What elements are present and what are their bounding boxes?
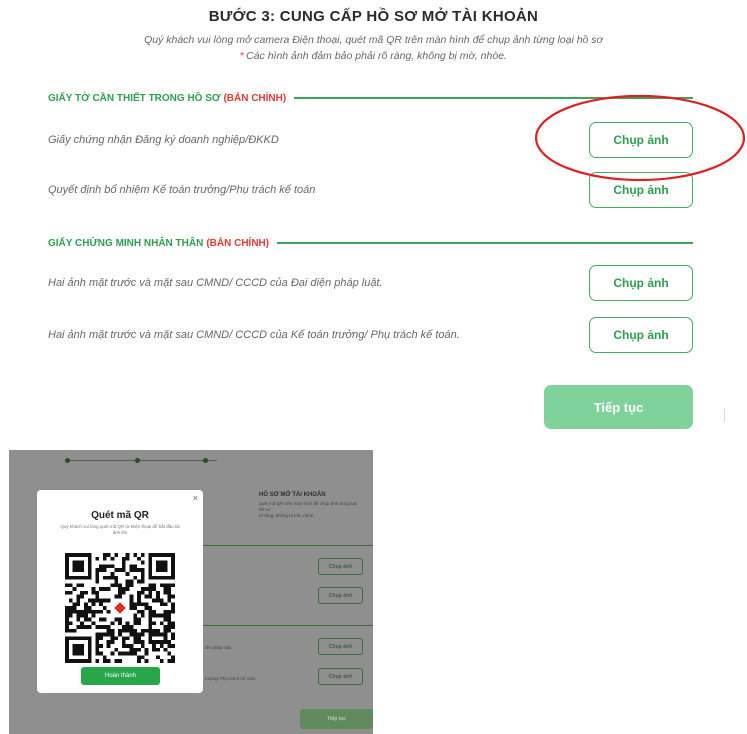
doc-label: Giấy chứng nhận Đăng ký doanh nghiệp/ĐKK…	[48, 134, 279, 146]
doc-row-chief-accountant-appointment: Quyết định bổ nhiệm Kế toán trưởng/Phụ t…	[48, 172, 693, 208]
doc-label: Hai ảnh mặt trước và mặt sau CMND/ CCCD …	[48, 329, 460, 341]
section-tag: (BẢN CHÍNH)	[223, 92, 287, 104]
note-text: * Các hình ảnh đảm bảo phải rõ ràng, khôn…	[0, 50, 747, 62]
section-divider	[199, 545, 373, 546]
modal-description: Quý khách vui lòng quét mã QR từ Điện th…	[60, 524, 180, 535]
capture-button-legal-rep-id[interactable]: Chụp ảnh	[589, 265, 693, 301]
background-subtitle-line: rõ ràng, không bị mờ, nhòe.	[259, 513, 315, 518]
required-mark: *	[240, 50, 245, 62]
qr-modal-screenshot: HỒ SƠ MỞ TÀI KHOẢN quét mã QR trên màn h…	[9, 450, 373, 734]
background-title: HỒ SƠ MỞ TÀI KHOẢN	[259, 492, 326, 498]
capture-button-chief-accountant-id[interactable]: Chụp ảnh	[589, 317, 693, 353]
note-text-content: Các hình ảnh đảm bảo phải rõ ràng, không…	[246, 50, 507, 62]
qr-code-icon	[65, 553, 175, 663]
background-subtitle-line: quét mã QR trên màn hình để chụp ảnh từn…	[259, 501, 358, 512]
modal-title: Quét mã QR	[91, 510, 149, 521]
close-icon[interactable]: ×	[193, 493, 198, 503]
capture-button-chief-accountant-appointment[interactable]: Chụp ảnh	[589, 172, 693, 208]
instruction-text: Quý khách vui lòng mở camera Điện thoại,…	[144, 34, 603, 46]
progress-step	[135, 458, 140, 463]
continue-button[interactable]: Tiếp tục	[300, 709, 373, 729]
divider-tick	[724, 408, 725, 422]
capture-button[interactable]: Chụp ảnh	[318, 558, 363, 575]
continue-button[interactable]: Tiếp tục	[544, 385, 693, 429]
done-button[interactable]: Hoàn thành	[81, 667, 160, 685]
progress-line	[67, 460, 217, 461]
capture-button[interactable]: Chụp ảnh	[318, 668, 363, 685]
background-subtitle: quét mã QR trên màn hình để chụp ảnh từn…	[259, 501, 359, 519]
section-divider	[277, 242, 693, 244]
section-title: GIẤY TỜ CẦN THIẾT TRONG HỒ SƠ	[48, 92, 221, 104]
capture-button[interactable]: Chụp ảnh	[318, 587, 363, 604]
doc-row-legal-rep-id: Hai ảnh mặt trước và mặt sau CMND/ CCCD …	[48, 265, 693, 301]
doc-row-chief-accountant-id: Hai ảnh mặt trước và mặt sau CMND/ CCCD …	[48, 317, 693, 353]
doc-row-business-registration: Giấy chứng nhận Đăng ký doanh nghiệp/ĐKK…	[48, 122, 693, 158]
doc-label: rưởng/ Phụ trách kế toán.	[205, 676, 257, 681]
section-title: GIẤY CHỨNG MINH NHÂN THÂN	[48, 237, 204, 249]
section-divider	[294, 97, 693, 99]
capture-button-business-registration[interactable]: Chụp ảnh	[589, 122, 693, 158]
page-title: BƯỚC 3: CUNG CẤP HỒ SƠ MỞ TÀI KHOẢN	[208, 8, 539, 25]
section-header-identity-docs: GIẤY CHỨNG MINH NHÂN THÂN (BẢN CHÍNH)	[48, 236, 693, 250]
progress-step	[203, 458, 208, 463]
doc-label: Quyết định bổ nhiệm Kế toán trưởng/Phụ t…	[48, 184, 316, 196]
section-header-required-docs: GIẤY TỜ CẦN THIẾT TRONG HỒ SƠ (BẢN CHÍNH…	[48, 91, 693, 105]
progress-step	[65, 458, 70, 463]
doc-label: Hai ảnh mặt trước và mặt sau CMND/ CCCD …	[48, 277, 383, 289]
capture-button[interactable]: Chụp ảnh	[318, 638, 363, 655]
section-tag: (BẢN CHÍNH)	[206, 237, 270, 249]
qr-modal: × Quét mã QR Quý khách vui lòng quét mã …	[37, 490, 203, 693]
doc-label: iện pháp luật.	[205, 645, 233, 650]
section-divider	[199, 625, 373, 626]
